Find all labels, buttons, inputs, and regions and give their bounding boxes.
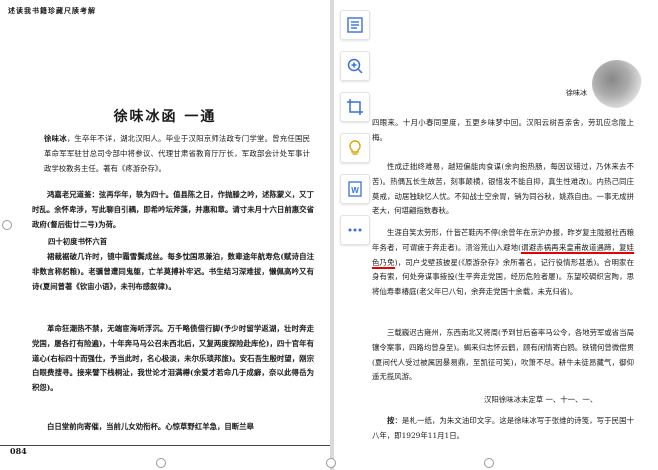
left-edge-handle[interactable]: [2, 220, 12, 230]
letter-paragraph: 鸿嘉老兄道鉴：弦再华年，轶为四十。值县陈之日，作抛滕之吟，述陈蒙义，又丁时乱。余…: [32, 190, 314, 229]
footer-rule: [0, 445, 330, 446]
right-paragraph-3-part-b: )，司户戈壁孩披星(《原游杂存》余所著名，记行役情形甚悉)。合明家在身有索，何处…: [372, 257, 634, 297]
word-export-button[interactable]: W: [340, 174, 370, 204]
poem-stanza-1: 裙裁裾破几许时，镜中霜雪鬓成丝。每多忱国思兼泊，数辈途年航寿危(赋诗自注非数言称…: [32, 252, 314, 291]
side-name-label: 徐味冰: [566, 89, 587, 97]
word-doc-icon: W: [348, 181, 362, 197]
zoom-in-icon: [347, 58, 363, 74]
ink-stamp-decoration: [592, 60, 642, 108]
lightbulb-button[interactable]: [340, 133, 370, 163]
bottom-right-handle[interactable]: [484, 458, 494, 468]
more-options-button[interactable]: [340, 215, 370, 245]
intro-name: 徐味冰: [44, 134, 67, 143]
intro-text: ，生卒年不详，湖北汉阳人。毕业于汉阳京师法政专门学堂。曾充任国民革命军军驻甘总司…: [44, 134, 310, 173]
right-paragraph-1: 四眼来。十月小春同里度，五更乡味梦中回。汉阳云树吾亲舍，劳玑应念陇上梅。: [372, 118, 634, 142]
editor-note-text: ：是札一纸，为朱文油印文字。这是徐味冰写于张维的诗笺，写于民国十八年，即1929…: [372, 416, 634, 440]
text-lines-icon: [347, 17, 363, 33]
left-page: 述读我书籍珍藏尺牍考解 徐味冰函 一通 徐味冰，生卒年不详，湖北汉阳人。毕业于汉…: [0, 0, 330, 470]
svg-text:W: W: [351, 186, 359, 195]
floating-toolbar: W: [340, 10, 370, 245]
page-title: 徐味冰函 一通: [113, 109, 217, 125]
zoom-in-button[interactable]: [340, 51, 370, 81]
bottom-left-handle[interactable]: [156, 458, 166, 468]
signature-line: 汉阳徐味冰未定草 一、十一、一、: [484, 395, 598, 404]
poem-stanza-3: 白日堂前向寄催，当前儿女劝衔杯。心惊草野红羊急，目断兰皋: [47, 422, 254, 431]
text-lines-button[interactable]: [340, 10, 370, 40]
poem-stanza-2: 革命狂潮热不禁，无端宦海听浮沉。万千略债借行脚(予少时留学返湖，壮时奔走党国，屡…: [32, 324, 314, 393]
editor-note-label: 按: [387, 416, 395, 425]
intro-paragraph: 徐味冰，生卒年不详，湖北汉阳人。毕业于汉阳京师法政专门学堂。曾充任国民革命军军驻…: [44, 132, 310, 176]
page-number: 084: [10, 446, 27, 456]
right-paragraph-4: 三载巍迟古雍州，东西南北又将周(予到甘后奋率马公令，各地劳军或省当局镶令案事，四…: [372, 328, 634, 382]
crop-icon: [347, 99, 363, 115]
running-head: 述读我书籍珍藏尺牍考解: [8, 6, 96, 15]
right-paragraph-2: 性成迂拙终难易，越短偏能肉食谋(余向抱热肠，每因议错过，乃休来去不苦)。热偶瓦长…: [372, 162, 634, 216]
lightbulb-icon: [349, 140, 361, 155]
bottom-center-handle[interactable]: [326, 458, 336, 468]
crop-button[interactable]: [340, 92, 370, 122]
editor-note: 按：是札一纸，为朱文油印文字。这是徐味冰写于张维的诗笺，写于民国十八年，即192…: [372, 414, 634, 444]
poem-heading: 四十初度书怀六首: [48, 237, 108, 246]
right-page: 徐味冰 四眼来。十月小春同里度，五更乡味梦中回。汉阳云树吾亲舍，劳玑应念陇上梅。…: [334, 0, 658, 470]
right-paragraph-3: 生涯自笑太劳形，什皆芒鞋丙不停(余曾年在京沪办报，昨岁复主陇报社西粮年务者，可谓…: [372, 226, 634, 300]
more-icon: [348, 228, 362, 232]
